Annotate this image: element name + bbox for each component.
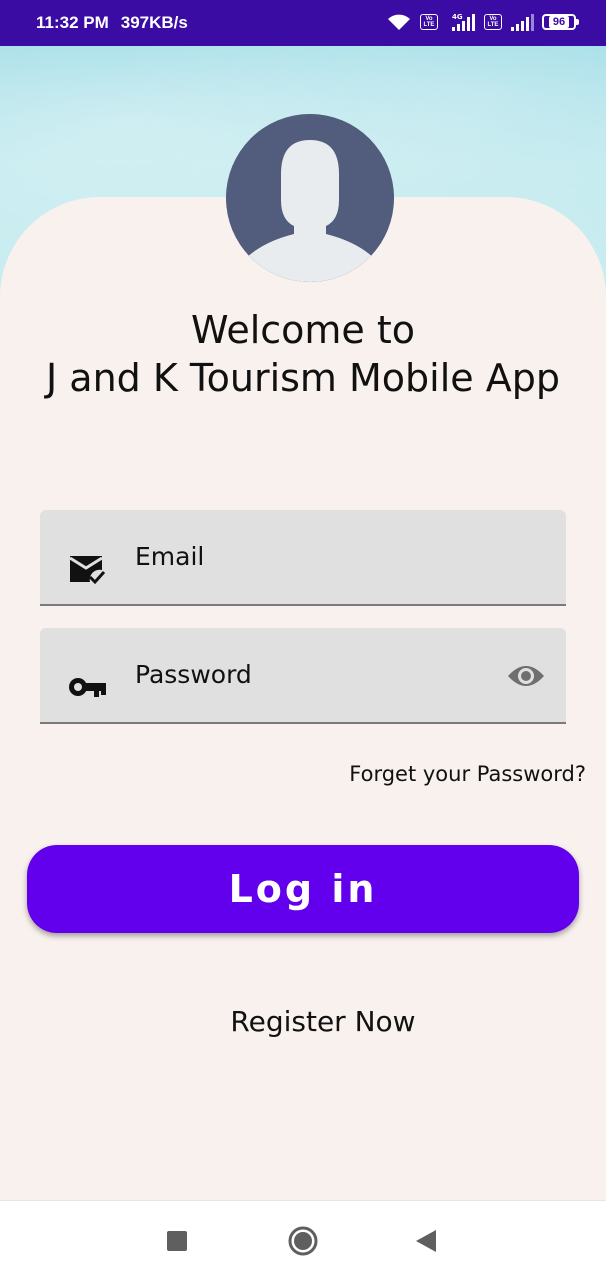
signal-icon-2 (511, 14, 534, 31)
key-icon (69, 678, 106, 697)
nav-bar (0, 1200, 606, 1281)
mail-check-icon (69, 556, 106, 585)
forgot-password-link[interactable]: Forget your Password? (349, 762, 586, 786)
status-bar: 11:32 PM 397KB/s Vo LTE 4G Vo LTE 96 (0, 0, 606, 46)
person-silhouette-icon (226, 114, 394, 282)
recent-apps-icon[interactable] (167, 1231, 187, 1251)
welcome-line2: J and K Tourism Mobile App (46, 356, 560, 400)
signal-icon: 4G (452, 13, 475, 31)
volte-icon: Vo LTE (420, 14, 438, 30)
avatar (226, 114, 394, 282)
password-placeholder: Password (135, 660, 252, 689)
status-speed: 397KB/s (120, 13, 188, 32)
volte-icon-2: Vo LTE (484, 14, 502, 30)
home-icon[interactable] (288, 1226, 318, 1256)
password-field[interactable]: Password (40, 628, 566, 724)
wifi-icon (388, 14, 410, 30)
battery-level: 96 (548, 16, 570, 28)
svg-text:4G: 4G (452, 13, 463, 21)
welcome-line1: Welcome to (190, 308, 416, 352)
status-time: 11:32 PM (36, 13, 109, 32)
back-icon[interactable] (416, 1230, 436, 1252)
status-icons: Vo LTE 4G Vo LTE 96 (386, 12, 579, 32)
email-field[interactable]: Email (40, 510, 566, 606)
welcome-title: Welcome to J and K Tourism Mobile App (0, 306, 606, 402)
email-placeholder: Email (135, 542, 205, 571)
register-link[interactable]: Register Now (0, 1005, 606, 1038)
battery-icon: 96 (542, 14, 579, 30)
login-button[interactable]: Log in (27, 845, 579, 933)
eye-icon[interactable] (506, 662, 546, 690)
